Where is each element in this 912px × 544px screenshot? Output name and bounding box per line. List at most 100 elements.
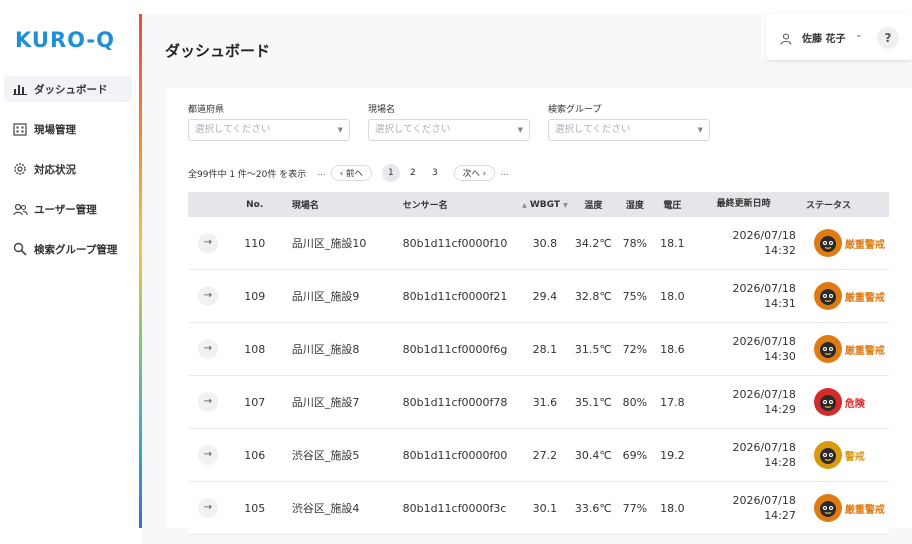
cell-temperature: 35.1℃ bbox=[574, 395, 612, 409]
header-cell-temperature[interactable]: 温度 bbox=[571, 198, 616, 211]
cell-temperature: 33.6℃ bbox=[574, 501, 612, 515]
sidebar-item-label: ユーザー管理 bbox=[34, 203, 97, 216]
updated-date: 2026/07/18 bbox=[732, 388, 796, 401]
search-group-select[interactable]: 選択してください ▼ bbox=[548, 119, 710, 141]
cell-wbgt: 27.2 bbox=[532, 448, 558, 462]
page-number-button[interactable]: 1 bbox=[381, 164, 400, 182]
updated-time: 14:30 bbox=[764, 350, 796, 363]
cell-humidity: 78% bbox=[622, 236, 648, 250]
page-number-button[interactable]: 3 bbox=[426, 164, 444, 182]
row-action: → bbox=[188, 233, 228, 253]
cell-updated: 2026/07/18 14:31 bbox=[691, 281, 800, 311]
arrow-right-icon[interactable]: → bbox=[197, 233, 218, 253]
cell-voltage: 19.2 bbox=[660, 448, 685, 462]
row-action: → bbox=[188, 392, 228, 412]
status-label: 厳重警戒 bbox=[844, 292, 885, 304]
cell-humidity: 75% bbox=[622, 289, 648, 303]
updated-date: 2026/07/18 bbox=[732, 441, 796, 454]
header-cell-voltage[interactable]: 電圧 bbox=[654, 198, 692, 211]
header-cell-humidity[interactable]: 湿度 bbox=[616, 198, 654, 211]
cell-status: 厳重警戒 bbox=[800, 229, 889, 257]
header-cell-site[interactable]: 現場名 bbox=[282, 198, 401, 211]
arrow-right-icon[interactable]: → bbox=[197, 392, 218, 412]
pagination-ellipsis: ... bbox=[317, 168, 326, 178]
sidebar-item-label: ダッシュボード bbox=[34, 83, 108, 96]
header-cell-no[interactable]: No. bbox=[228, 200, 282, 210]
prev-page-button[interactable]: ‹ 前へ bbox=[330, 165, 372, 181]
sidebar-item-label: 対応状況 bbox=[34, 163, 76, 176]
site-select[interactable]: 選択してください ▼ bbox=[368, 119, 530, 141]
cell-humidity: 69% bbox=[622, 448, 648, 462]
cell-status: 警戒 bbox=[800, 441, 889, 469]
cell-wbgt: 30.8 bbox=[532, 236, 558, 250]
pagination-ellipsis: ... bbox=[500, 168, 509, 178]
cell-no: 108 bbox=[244, 342, 266, 356]
user-name[interactable]: 佐藤 花子 bbox=[802, 30, 845, 45]
header-cell-status[interactable]: ステータス bbox=[800, 198, 889, 211]
table-row[interactable]: → 107 品川区_施設7 80b1d11cf0000f78 31.6 35.1℃ 80% 1… bbox=[188, 376, 889, 429]
gear-icon bbox=[12, 161, 28, 177]
cell-no: 107 bbox=[244, 395, 266, 409]
help-button[interactable]: ? bbox=[877, 27, 899, 49]
cell-voltage: 17.8 bbox=[660, 395, 685, 409]
row-action: → bbox=[188, 498, 228, 518]
status-severe-icon bbox=[813, 335, 842, 363]
cell-humidity: 72% bbox=[622, 342, 648, 356]
header-cell-sensor[interactable]: センサー名 bbox=[401, 198, 520, 211]
table-row[interactable]: → 106 渋谷区_施設5 80b1d11cf0000f00 27.2 30.4℃ 69% 1… bbox=[188, 429, 889, 482]
filter-label-site: 現場名 bbox=[368, 105, 396, 115]
sidebar: KURO-Q ダッシュボード 現場管理 対応状況 ユーザー管理 検索グループ管理 bbox=[0, 0, 140, 544]
sidebar-item-dashboard[interactable]: ダッシュボード bbox=[4, 76, 132, 102]
updated-date: 2026/07/18 bbox=[732, 229, 796, 242]
status-label: 厳重警戒 bbox=[844, 239, 885, 251]
updated-time: 14:29 bbox=[764, 403, 796, 416]
filter-label-prefecture: 都道府県 bbox=[188, 105, 225, 115]
cell-temperature: 34.2℃ bbox=[574, 236, 612, 250]
cell-no: 106 bbox=[244, 448, 266, 462]
sidebar-item-search-group-management[interactable]: 検索グループ管理 bbox=[4, 236, 132, 262]
updated-date: 2026/07/18 bbox=[732, 282, 796, 295]
select-placeholder: 選択してください bbox=[195, 124, 271, 135]
prefecture-select[interactable]: 選択してください ▼ bbox=[188, 119, 350, 141]
arrow-right-icon[interactable]: → bbox=[197, 445, 218, 465]
sidebar-item-label: 現場管理 bbox=[34, 123, 76, 136]
users-icon bbox=[12, 201, 28, 217]
sidebar-nav: ダッシュボード 現場管理 対応状況 ユーザー管理 検索グループ管理 bbox=[0, 76, 139, 276]
cell-updated: 2026/07/18 14:27 bbox=[691, 493, 800, 523]
cell-wbgt: 30.1 bbox=[532, 501, 558, 515]
cell-site: 渋谷区_施設5 bbox=[291, 449, 360, 462]
arrow-right-icon[interactable]: → bbox=[197, 498, 218, 518]
select-placeholder: 選択してください bbox=[375, 124, 451, 135]
page-number-button[interactable]: 2 bbox=[404, 164, 422, 182]
table-row[interactable]: → 110 品川区_施設10 80b1d11cf0000f10 30.8 34.2℃ 78%… bbox=[188, 217, 889, 270]
arrow-right-icon[interactable]: → bbox=[197, 339, 218, 359]
pagination: 全99件中 1 件〜20件 を表示 ... ‹ 前へ 1 2 3 次へ › ..… bbox=[188, 164, 514, 182]
sort-asc-icon: ▲ bbox=[522, 201, 527, 209]
sidebar-item-site-management[interactable]: 現場管理 bbox=[4, 116, 132, 142]
arrow-right-icon[interactable]: → bbox=[197, 286, 218, 306]
cell-status: 厳重警戒 bbox=[800, 335, 889, 363]
cell-wbgt: 29.4 bbox=[532, 289, 558, 303]
cell-site: 品川区_施設8 bbox=[291, 343, 360, 356]
header-cell-wbgt[interactable]: ▲ WBGT ▼ bbox=[519, 200, 570, 210]
sidebar-item-response-status[interactable]: 対応状況 bbox=[4, 156, 132, 182]
cell-temperature: 31.5℃ bbox=[574, 342, 612, 356]
table-row[interactable]: → 105 渋谷区_施設4 80b1d11cf0000f3c 30.1 33.6℃ 77% 1… bbox=[188, 482, 889, 535]
table-row[interactable]: → 109 品川区_施設9 80b1d11cf0000f21 29.4 32.8℃ 75% 1… bbox=[188, 270, 889, 323]
cell-wbgt: 28.1 bbox=[532, 342, 558, 356]
cell-no: 110 bbox=[244, 236, 266, 250]
header-cell-updated[interactable]: 最終更新日時 bbox=[691, 197, 800, 212]
updated-time: 14:31 bbox=[764, 297, 796, 310]
table-row[interactable]: → 108 品川区_施設8 80b1d11cf0000f6g 28.1 31.5℃ 72% 1… bbox=[188, 323, 889, 376]
next-page-button[interactable]: 次へ › bbox=[453, 165, 496, 181]
status-label: 厳重警戒 bbox=[844, 504, 885, 516]
app-logo[interactable]: KURO-Q bbox=[15, 28, 115, 52]
cell-updated: 2026/07/18 14:29 bbox=[691, 387, 800, 417]
sidebar-item-user-management[interactable]: ユーザー管理 bbox=[4, 196, 132, 222]
user-icon bbox=[780, 30, 792, 45]
cell-updated: 2026/07/18 14:30 bbox=[691, 334, 800, 364]
filter-label-search-group: 検索グループ bbox=[548, 105, 602, 115]
chevron-down-icon[interactable]: ⌄ bbox=[855, 30, 863, 40]
page-title: ダッシュボード bbox=[165, 42, 271, 60]
row-action: → bbox=[188, 445, 228, 465]
